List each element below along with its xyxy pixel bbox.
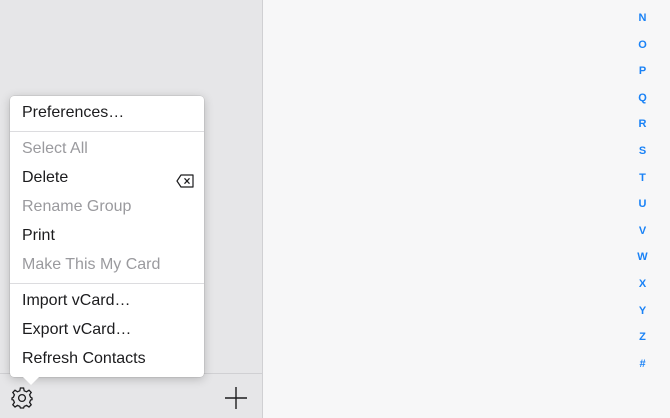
menu-pointer-arrow xyxy=(22,376,40,385)
index-letter-q[interactable]: Q xyxy=(615,91,670,105)
menu-separator xyxy=(10,283,204,284)
gear-icon[interactable] xyxy=(8,384,36,412)
plus-icon[interactable] xyxy=(222,384,250,412)
settings-popup-menu: Preferences… Select All Delete Rename Gr… xyxy=(10,96,204,385)
index-letter-s[interactable]: S xyxy=(615,144,670,158)
menu-item-label: Select All xyxy=(22,140,88,157)
index-letter-w[interactable]: W xyxy=(615,250,670,264)
index-letter-u[interactable]: U xyxy=(615,197,670,211)
menu-item-import-vcard[interactable]: Import vCard… xyxy=(10,288,204,314)
index-letter-t[interactable]: T xyxy=(615,171,670,185)
menu-item-print[interactable]: Print xyxy=(10,223,204,249)
menu-item-make-this-my-card: Make This My Card xyxy=(10,252,204,278)
menu-item-label: Import vCard… xyxy=(22,292,131,309)
menu-item-label: Refresh Contacts xyxy=(22,350,146,367)
menu-item-label: Export vCard… xyxy=(22,321,132,338)
index-letter-z[interactable]: Z xyxy=(615,330,670,344)
index-letter-p[interactable]: P xyxy=(615,64,670,78)
index-letter-v[interactable]: V xyxy=(615,224,670,238)
index-letter-o[interactable]: O xyxy=(615,38,670,52)
index-letter-n[interactable]: N xyxy=(615,11,670,25)
menu-separator xyxy=(10,131,204,132)
menu-item-refresh-contacts[interactable]: Refresh Contacts xyxy=(10,346,204,372)
menu-item-select-all: Select All xyxy=(10,136,204,162)
index-letter-hash[interactable]: # xyxy=(615,357,670,371)
index-letter-x[interactable]: X xyxy=(615,277,670,291)
menu-item-label: Print xyxy=(22,227,55,244)
index-letter-y[interactable]: Y xyxy=(615,304,670,318)
menu-item-label: Make This My Card xyxy=(22,256,161,273)
delete-key-icon xyxy=(176,171,194,188)
alphabet-index: N O P Q R S T U V W X Y Z # xyxy=(615,0,670,418)
menu-item-rename-group: Rename Group xyxy=(10,194,204,220)
menu-item-preferences[interactable]: Preferences… xyxy=(10,100,204,126)
contacts-list-pane xyxy=(263,0,670,418)
menu-item-label: Delete xyxy=(22,169,69,186)
menu-item-export-vcard[interactable]: Export vCard… xyxy=(10,317,204,343)
menu-item-label: Preferences… xyxy=(22,104,125,121)
menu-item-delete[interactable]: Delete xyxy=(10,165,204,191)
index-letter-r[interactable]: R xyxy=(615,117,670,131)
menu-item-label: Rename Group xyxy=(22,198,132,215)
